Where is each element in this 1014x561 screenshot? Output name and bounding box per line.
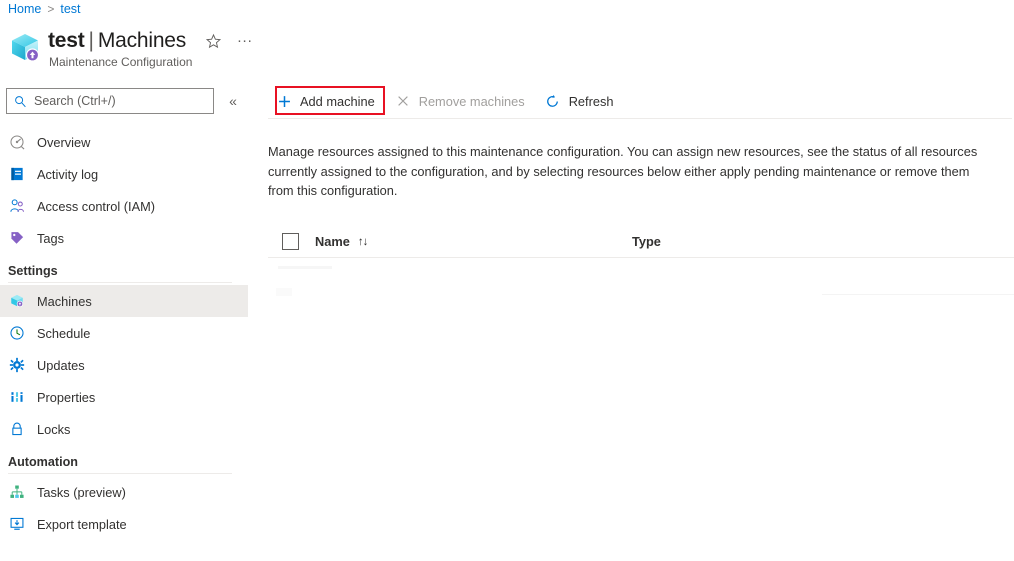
refresh-label: Refresh [568,93,614,109]
search-box[interactable] [6,88,214,114]
sidebar-item-locks[interactable]: Locks [0,413,248,445]
tasks-hierarchy-icon [8,484,25,501]
sidebar-item-export-template[interactable]: Export template [0,508,248,540]
sidebar-item-label: Tags [37,230,65,246]
ellipsis-icon[interactable]: ... [234,29,256,52]
sidebar-group-heading-settings: Settings [8,264,58,278]
sidebar-item-label: Schedule [37,325,91,341]
sidebar-item-overview[interactable]: Overview [0,126,248,158]
add-machine-label: Add machine [300,93,375,109]
skeleton-divider [822,293,1014,295]
sidebar-item-schedule[interactable]: Schedule [0,317,248,349]
page-name: Machines [97,29,187,52]
activity-log-icon [8,166,25,183]
sidebar-item-tasks[interactable]: Tasks (preview) [0,476,248,508]
search-icon [14,95,27,108]
column-header-type[interactable]: Type [632,234,661,249]
skeleton-bar [278,265,332,269]
sidebar-item-activity-log[interactable]: Activity log [0,158,248,190]
sidebar-group-heading-automation: Automation [8,455,78,469]
chevron-double-left-icon[interactable]: « [224,93,242,109]
description-text: Manage resources assigned to this mainte… [268,144,978,198]
sidebar-item-label: Tasks (preview) [37,484,126,500]
table-header-row: Name ↑↓ Type [268,227,1014,257]
remove-machines-label: Remove machines [418,93,525,109]
column-header-name-label: Name [315,234,350,249]
sidebar-item-label: Locks [37,421,71,437]
blade-content: Add machine Remove machines Refresh Mana… [266,84,1014,561]
clock-icon [8,325,25,342]
sidebar-item-label: Access control (IAM) [37,198,156,214]
sidebar-divider [8,282,232,283]
sidebar-item-label: Export template [37,516,127,532]
toolbar-divider [268,118,1012,119]
sidebar-nav-list: Overview Activity log Access control (IA… [0,126,250,540]
breadcrumb-separator-icon: > [47,2,55,16]
azure-portal-blade: Home > test test | Machines ... Maintena… [0,0,1014,561]
blade-title-block: test | Machines ... Maintenance Configurat… [48,28,256,70]
sidebar-item-access-control[interactable]: Access control (IAM) [0,190,248,222]
export-template-icon [8,516,25,533]
cross-icon [395,93,411,109]
blade-header: test | Machines ... Maintenance Configurat… [8,28,256,69]
sidebar-item-label: Machines [37,293,92,309]
breadcrumb: Home > test [8,2,81,16]
sort-arrows-icon: ↑↓ [357,235,368,248]
add-machine-button[interactable]: Add machine [266,86,385,116]
sidebar-item-properties[interactable]: Properties [0,381,248,413]
command-toolbar: Add machine Remove machines Refresh [266,84,1014,119]
machines-table: Name ↑↓ Type [268,227,1014,302]
sidebar: « Overview [0,88,250,540]
tag-icon [8,230,25,247]
resource-name: test [48,29,85,52]
blade-subtitle: Maintenance Configuration [49,55,193,69]
column-header-name[interactable]: Name ↑↓ [315,234,368,249]
updates-gear-icon [8,357,25,374]
sidebar-item-tags[interactable]: Tags [0,222,248,254]
sidebar-search-row: « [0,88,250,114]
sidebar-item-label: Updates [37,357,85,373]
lock-icon [8,421,25,438]
remove-machines-button: Remove machines [385,86,535,116]
table-loading-placeholder [268,258,1014,302]
sidebar-item-label: Properties [37,389,96,405]
select-all-checkbox[interactable] [282,233,299,250]
sidebar-item-machines[interactable]: Machines [0,285,248,317]
sidebar-divider [8,473,232,474]
refresh-button[interactable]: Refresh [535,86,624,116]
star-outline-icon[interactable] [202,30,224,52]
skeleton-bar [276,287,292,296]
access-control-people-icon [8,198,25,215]
sidebar-item-label: Activity log [37,166,99,182]
overview-icon [8,134,25,151]
search-input[interactable] [32,93,213,109]
page-title: test | Machines [48,28,186,54]
breadcrumb-item-test[interactable]: test [60,2,80,16]
plus-icon [276,93,292,109]
sidebar-item-updates[interactable]: Updates [0,349,248,381]
breadcrumb-item-home[interactable]: Home [8,2,41,16]
machines-cube-icon [8,293,25,310]
maintenance-configuration-cube-icon [8,31,42,65]
title-divider: | [88,29,94,52]
properties-bars-icon [8,389,25,406]
sidebar-item-label: Overview [37,134,91,150]
refresh-icon [545,93,561,109]
